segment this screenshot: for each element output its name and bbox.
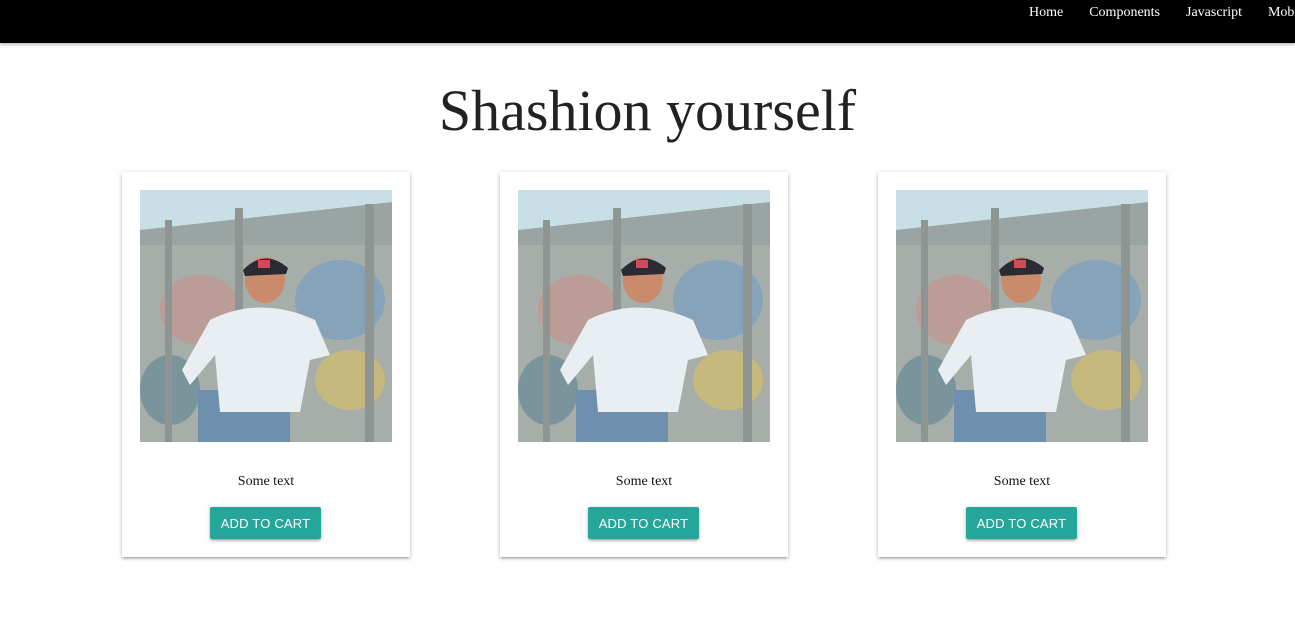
product-image: [140, 190, 392, 442]
product-image: [518, 190, 770, 442]
nav-link-javascript[interactable]: Javascript: [1173, 0, 1255, 26]
product-card: Some text ADD TO CART: [122, 172, 410, 557]
nav-links: Home Components Javascript Mobi: [1016, 0, 1295, 26]
nav-link-mobile[interactable]: Mobi: [1255, 0, 1295, 26]
product-card: Some text ADD TO CART: [878, 172, 1166, 557]
add-to-cart-button[interactable]: ADD TO CART: [210, 507, 321, 539]
navbar: Home Components Javascript Mobi: [0, 0, 1295, 43]
nav-link-components[interactable]: Components: [1076, 0, 1173, 26]
page-title: Shashion yourself: [438, 78, 857, 143]
product-card: Some text ADD TO CART: [500, 172, 788, 557]
card-text: Some text: [615, 474, 673, 489]
card-text: Some text: [993, 474, 1051, 489]
nav-link-home[interactable]: Home: [1016, 0, 1076, 26]
card-text: Some text: [237, 474, 295, 489]
product-image: [896, 190, 1148, 442]
add-to-cart-button[interactable]: ADD TO CART: [588, 507, 699, 539]
add-to-cart-button[interactable]: ADD TO CART: [966, 507, 1077, 539]
